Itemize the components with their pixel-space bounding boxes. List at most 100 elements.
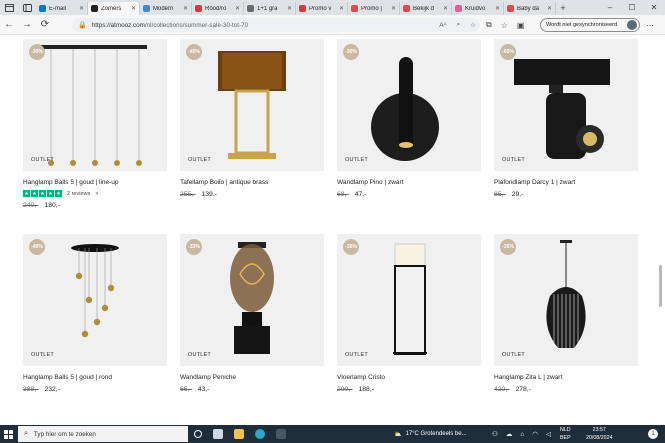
- old-price: 255,-: [180, 191, 196, 198]
- product-name[interactable]: Wandlamp Peniche: [180, 374, 324, 381]
- browser-toolbar: ← → ⟳ 🔒 https://atmooz.com/nl/collection…: [0, 15, 665, 35]
- product-card[interactable]: -33% OUTLET Wandlamp Peniche 65,- 43,-: [180, 234, 324, 393]
- tab-close-icon[interactable]: ✕: [235, 5, 240, 12]
- workspaces-button[interactable]: [18, 0, 36, 15]
- tab-label: Promo |: [361, 5, 382, 12]
- product-card[interactable]: -45% OUTLET Tafellamp Boiίo | antique bras…: [180, 39, 324, 198]
- wifi-icon[interactable]: ◠: [532, 430, 538, 438]
- calculator-icon[interactable]: [276, 429, 286, 439]
- tab-close-icon[interactable]: ✕: [183, 5, 188, 12]
- review-count: 2 reviews: [67, 190, 91, 197]
- product-image[interactable]: -30% OUTLET: [23, 39, 167, 171]
- product-image[interactable]: -65% OUTLET: [494, 39, 638, 171]
- close-window-button[interactable]: ✕: [643, 0, 665, 15]
- product-image[interactable]: -30% OUTLET: [337, 39, 481, 171]
- volume-icon[interactable]: ◁: [546, 430, 551, 438]
- taskbar-search[interactable]: ⌕ Typ hier om te zoeken: [18, 426, 188, 442]
- notification-badge[interactable]: 1: [648, 429, 658, 439]
- product-name[interactable]: Hanglamp Balls 5 | goud | line-up: [23, 179, 167, 186]
- task-view-icon[interactable]: [194, 430, 202, 438]
- address-bar[interactable]: 🔒 https://atmooz.com/nl/collections/summ…: [72, 18, 480, 32]
- rating-stars[interactable]: ★ ★ ★ ★ ★ 2 reviews ˅: [23, 190, 167, 197]
- product-name[interactable]: Hanglamp Zita L | zwart: [494, 374, 638, 381]
- sale-price: 278,-: [515, 386, 532, 393]
- zoom-icon[interactable]: ⌕: [457, 21, 461, 29]
- tab-actions-button[interactable]: [0, 0, 18, 15]
- product-image[interactable]: -40% OUTLET: [23, 234, 167, 366]
- split-screen-icon[interactable]: ⧉: [486, 20, 492, 30]
- favorites-icon[interactable]: ☆: [501, 21, 508, 30]
- outlet-label: OUTLET: [188, 352, 211, 358]
- collections-icon[interactable]: ▣: [517, 21, 525, 30]
- tab-close-icon[interactable]: ✕: [339, 5, 344, 12]
- product-card[interactable]: -40% OUTLET Hanglamp Balls 5 | goud | rond…: [23, 234, 167, 393]
- minimize-button[interactable]: –: [599, 0, 621, 15]
- browser-tab[interactable]: Modern ✕: [140, 2, 192, 15]
- url-host: https://atmooz.com: [91, 21, 145, 29]
- forward-button[interactable]: →: [18, 15, 36, 35]
- browser-tab[interactable]: Zomers ✕: [88, 2, 140, 15]
- onedrive-icon[interactable]: ☁: [506, 430, 513, 438]
- sync-label: Wordt niet gesynchroniseerd: [546, 22, 618, 28]
- tab-close-icon[interactable]: ✕: [287, 5, 292, 12]
- tab-close-icon[interactable]: ✕: [391, 5, 396, 12]
- tab-close-icon[interactable]: ✕: [495, 5, 500, 12]
- tab-close-icon[interactable]: ✕: [131, 5, 136, 12]
- tab-close-icon[interactable]: ✕: [547, 5, 552, 12]
- product-image[interactable]: -45% OUTLET: [180, 39, 324, 171]
- browser-tab[interactable]: Rood/ro ✕: [192, 2, 244, 15]
- more-menu-icon[interactable]: ⋯: [646, 15, 654, 35]
- browser-tab[interactable]: Bekijk d ✕: [400, 2, 452, 15]
- edge-icon[interactable]: [255, 429, 265, 439]
- sync-status-button[interactable]: Wordt niet gesynchroniseerd: [540, 18, 640, 32]
- old-price: 290,-: [337, 386, 353, 393]
- browser-tab[interactable]: Promo | ✕: [348, 2, 400, 15]
- profile-avatar[interactable]: [627, 20, 637, 30]
- windows-taskbar: ⌕ Typ hier om te zoeken ⛅ 17°C Grotendee…: [0, 425, 665, 443]
- network-icon[interactable]: ⌂: [520, 431, 524, 438]
- sale-price: 232,-: [44, 386, 61, 393]
- product-name[interactable]: Tafellamp Boiίo | antique brass: [180, 179, 324, 186]
- clock[interactable]: 23:57 20/08/2024: [586, 426, 613, 442]
- price-row: 388,- 232,-: [23, 386, 167, 393]
- product-name[interactable]: Vloerlamp Cristo: [337, 374, 481, 381]
- clock-time: 23:57: [592, 427, 606, 433]
- product-card[interactable]: -65% OUTLET Plafondlamp Darcy 1 | zwart 85,…: [494, 39, 638, 198]
- scrollbar-thumb[interactable]: [659, 265, 662, 307]
- back-button[interactable]: ←: [0, 15, 18, 35]
- read-aloud-icon[interactable]: Aᴬ: [439, 22, 446, 29]
- product-image[interactable]: -35% OUTLET: [337, 234, 481, 366]
- start-button[interactable]: [0, 425, 16, 443]
- weather-widget[interactable]: ⛅ 17°C Grotendeels be...: [394, 425, 467, 443]
- product-image[interactable]: -35% OUTLET: [494, 234, 638, 366]
- tab-close-icon[interactable]: ✕: [79, 5, 84, 12]
- favorite-star-icon[interactable]: ☆: [470, 21, 476, 29]
- tab-close-icon[interactable]: ✕: [443, 5, 448, 12]
- product-card[interactable]: -30% OUTLET Wandlamp Pino | zwart 68,- 47,-: [337, 39, 481, 198]
- file-explorer-icon[interactable]: [234, 429, 244, 439]
- browser-tab[interactable]: 1+1 gra ✕: [244, 2, 296, 15]
- product-card[interactable]: -35% OUTLET Vloerlamp Cristo 290,- 188,-: [337, 234, 481, 393]
- tab-favicon-icon: [91, 5, 98, 12]
- product-card[interactable]: -30% OUTLET Hanglamp Balls 5 | goud | line…: [23, 39, 167, 209]
- product-name[interactable]: Wandlamp Pino | zwart: [337, 179, 481, 186]
- browser-tab[interactable]: E-mail ✕: [36, 2, 88, 15]
- browser-tab[interactable]: Kruidvo ✕: [452, 2, 504, 15]
- product-card[interactable]: -35% OUTLET Hanglamp Zita L | zwart 420,- 27…: [494, 234, 638, 393]
- people-icon[interactable]: ⚇: [492, 430, 498, 438]
- browser-tab[interactable]: Baby da ✕: [504, 2, 556, 15]
- sale-price: 188,-: [358, 386, 375, 393]
- outlet-label: OUTLET: [502, 157, 525, 163]
- browser-tab[interactable]: Promo v ✕: [296, 2, 348, 15]
- product-name[interactable]: Hanglamp Balls 5 | goud | rond: [23, 374, 167, 381]
- widgets-icon[interactable]: [213, 429, 223, 439]
- new-tab-button[interactable]: +: [556, 3, 570, 13]
- star-icon: ★: [47, 190, 54, 197]
- product-image[interactable]: -33% OUTLET: [180, 234, 324, 366]
- language-indicator[interactable]: NLD BEP: [560, 426, 571, 442]
- reviews-chevron-icon[interactable]: ˅: [95, 191, 98, 197]
- price-row: 240,- 180,-: [23, 202, 167, 209]
- maximize-button[interactable]: ☐: [621, 0, 643, 15]
- reload-button[interactable]: ⟳: [36, 15, 54, 35]
- product-name[interactable]: Plafondlamp Darcy 1 | zwart: [494, 179, 638, 186]
